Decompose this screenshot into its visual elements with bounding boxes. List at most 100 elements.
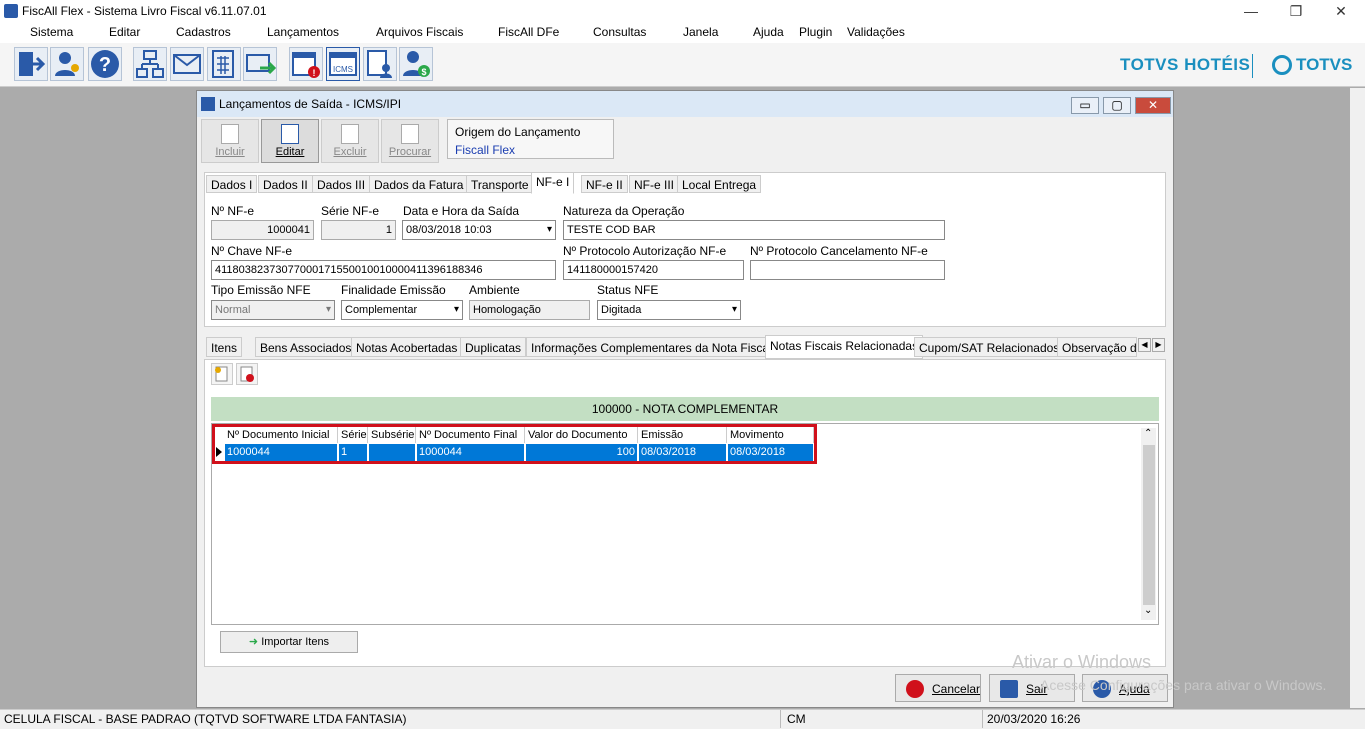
menu-validacoes[interactable]: Validações bbox=[847, 25, 905, 39]
subtab-info-complementares[interactable]: Informações Complementares da Nota Fisca… bbox=[526, 337, 777, 357]
status-separator bbox=[982, 710, 983, 728]
tab-dados-fatura[interactable]: Dados da Fatura bbox=[369, 175, 469, 193]
brand-totvs: TOTVS bbox=[1296, 55, 1353, 74]
status-nfe-label: Status NFE bbox=[597, 283, 659, 297]
dialog-maximize-button[interactable]: ▢ bbox=[1103, 97, 1131, 114]
dialog-minimize-button[interactable]: ▭ bbox=[1071, 97, 1099, 114]
tab-nfe-ii[interactable]: NF-e II bbox=[581, 175, 628, 193]
calculator-toolbar-button[interactable] bbox=[207, 47, 241, 81]
data-saida-field[interactable]: 08/03/2018 10:03 ▾ bbox=[402, 220, 556, 240]
menu-cadastros[interactable]: Cadastros bbox=[176, 25, 231, 39]
lancamentos-dialog: Lançamentos de Saída - ICMS/IPI ▭ ▢ ✕ In… bbox=[196, 90, 1174, 708]
remove-nota-button[interactable] bbox=[236, 363, 258, 385]
incluir-label: Incluir bbox=[215, 146, 245, 158]
tab-local-entrega[interactable]: Local Entrega bbox=[677, 175, 762, 193]
user-key-toolbar-button[interactable] bbox=[50, 47, 84, 81]
svg-text:!: ! bbox=[313, 68, 316, 78]
app-icon bbox=[4, 4, 18, 18]
tab-scroll-right-icon[interactable]: ▶ bbox=[1152, 338, 1165, 352]
subtab-duplicatas[interactable]: Duplicatas bbox=[460, 337, 527, 357]
user-money-toolbar-button[interactable]: $ bbox=[399, 47, 433, 81]
tab-dados-iii[interactable]: Dados III bbox=[312, 175, 371, 193]
brand-separator bbox=[1252, 54, 1253, 78]
subtab-notas-relacionadas[interactable]: Notas Fiscais Relacionadas bbox=[765, 335, 924, 359]
remove-document-icon bbox=[240, 366, 254, 382]
subtab-observacao[interactable]: Observação d bbox=[1057, 337, 1137, 357]
chave-field[interactable]: 4118038237307700017155001001000041139618… bbox=[211, 260, 556, 280]
scroll-up-icon[interactable]: ⌃ bbox=[1144, 428, 1152, 439]
tab-transporte[interactable]: Transporte bbox=[466, 175, 534, 193]
data-saida-label: Data e Hora da Saída bbox=[403, 204, 520, 218]
menu-ajuda[interactable]: Ajuda bbox=[753, 25, 784, 39]
exit-door-icon bbox=[19, 52, 46, 76]
finalidade-value: Complementar bbox=[345, 304, 418, 316]
importar-itens-button[interactable]: ➜ Importar Itens bbox=[220, 631, 358, 653]
org-chart-icon bbox=[136, 50, 164, 78]
chevron-down-icon: ▾ bbox=[325, 304, 331, 315]
help-toolbar-button[interactable]: ? bbox=[88, 47, 122, 81]
logout-toolbar-button[interactable] bbox=[14, 47, 48, 81]
natureza-field[interactable]: TESTE COD BAR bbox=[563, 220, 945, 240]
prot-aut-field[interactable]: 141180000157420 bbox=[563, 260, 744, 280]
calculator-icon bbox=[212, 50, 234, 78]
svg-text:ICMS: ICMS bbox=[333, 65, 353, 74]
tab-scroll-left-icon[interactable]: ◀ bbox=[1138, 338, 1151, 352]
status-user: CM bbox=[787, 712, 806, 726]
tab-nfe-i[interactable]: NF-e I bbox=[531, 172, 575, 194]
subtab-notas-acobertadas[interactable]: Notas Acobertadas bbox=[351, 337, 463, 357]
dialog-close-button[interactable]: ✕ bbox=[1135, 97, 1171, 114]
menu-sistema[interactable]: Sistema bbox=[30, 25, 73, 39]
totvs-logo-icon bbox=[1272, 55, 1292, 75]
importar-itens-label: Importar Itens bbox=[261, 636, 330, 648]
tab-nfe-iii[interactable]: NF-e III bbox=[629, 175, 680, 193]
tab-dados-i[interactable]: Dados I bbox=[206, 175, 258, 193]
structure-toolbar-button[interactable] bbox=[133, 47, 167, 81]
close-button[interactable]: ✕ bbox=[1318, 0, 1364, 22]
subtab-cupom-sat[interactable]: Cupom/SAT Relacionados bbox=[914, 337, 1065, 357]
calendar-alert-toolbar-button[interactable]: ! bbox=[289, 47, 323, 81]
tab-dados-ii[interactable]: Dados II bbox=[258, 175, 313, 193]
menu-fiscall-dfe[interactable]: FiscAll DFe bbox=[498, 25, 559, 39]
scroll-down-icon[interactable]: ⌄ bbox=[1144, 605, 1152, 616]
icms-toolbar-button[interactable]: ICMS bbox=[326, 47, 360, 81]
send-mail-icon bbox=[246, 54, 277, 75]
document-user-toolbar-button[interactable] bbox=[363, 47, 397, 81]
menu-consultas[interactable]: Consultas bbox=[593, 25, 646, 39]
send-mail-toolbar-button[interactable] bbox=[243, 47, 277, 81]
nf-field[interactable]: 1000041 bbox=[211, 220, 314, 240]
menu-editar[interactable]: Editar bbox=[109, 25, 140, 39]
subtab-itens[interactable]: Itens bbox=[206, 337, 243, 357]
editar-button[interactable]: Editar bbox=[261, 119, 319, 163]
incluir-button[interactable]: Incluir bbox=[201, 119, 259, 163]
serie-field[interactable]: 1 bbox=[321, 220, 396, 240]
origem-value: Fiscall Flex bbox=[455, 143, 516, 157]
user-money-icon: $ bbox=[403, 51, 430, 77]
status-datetime: 20/03/2020 16:26 bbox=[987, 712, 1081, 726]
menu-arquivos-fiscais[interactable]: Arquivos Fiscais bbox=[376, 25, 463, 39]
prot-canc-field[interactable] bbox=[750, 260, 945, 280]
excluir-button[interactable]: Excluir bbox=[321, 119, 379, 163]
mail-toolbar-button[interactable] bbox=[170, 47, 204, 81]
ambiente-field[interactable]: Homologação bbox=[469, 300, 590, 320]
origem-panel: Origem do Lançamento Fiscall Flex bbox=[447, 119, 614, 159]
cancelar-button[interactable]: Cancelar bbox=[895, 674, 981, 702]
app-titlebar: FiscAll Flex - Sistema Livro Fiscal v6.1… bbox=[0, 0, 1365, 22]
subtab-bens-associados[interactable]: Bens Associados bbox=[255, 337, 357, 357]
menu-plugin[interactable]: Plugin bbox=[799, 25, 832, 39]
status-nfe-select[interactable]: Digitada ▾ bbox=[597, 300, 741, 320]
grid-scroll-thumb[interactable] bbox=[1143, 445, 1155, 605]
menu-lancamentos[interactable]: Lançamentos bbox=[267, 25, 339, 39]
right-scroll-panel[interactable] bbox=[1350, 88, 1365, 708]
add-nota-button[interactable] bbox=[211, 363, 233, 385]
finalidade-select[interactable]: Complementar ▾ bbox=[341, 300, 463, 320]
import-arrow-icon: ➜ bbox=[248, 636, 262, 648]
restore-button[interactable]: ❐ bbox=[1273, 0, 1319, 22]
tipo-emissao-label: Tipo Emissão NFE bbox=[211, 283, 311, 297]
menu-janela[interactable]: Janela bbox=[683, 25, 718, 39]
minimize-button[interactable]: — bbox=[1228, 0, 1274, 22]
procurar-button[interactable]: Procurar bbox=[381, 119, 439, 163]
dialog-titlebar: Lançamentos de Saída - ICMS/IPI ▭ ▢ ✕ bbox=[197, 91, 1173, 117]
natureza-label: Natureza da Operação bbox=[563, 204, 685, 218]
tipo-emissao-select[interactable]: Normal ▾ bbox=[211, 300, 335, 320]
exit-icon bbox=[1000, 680, 1018, 698]
